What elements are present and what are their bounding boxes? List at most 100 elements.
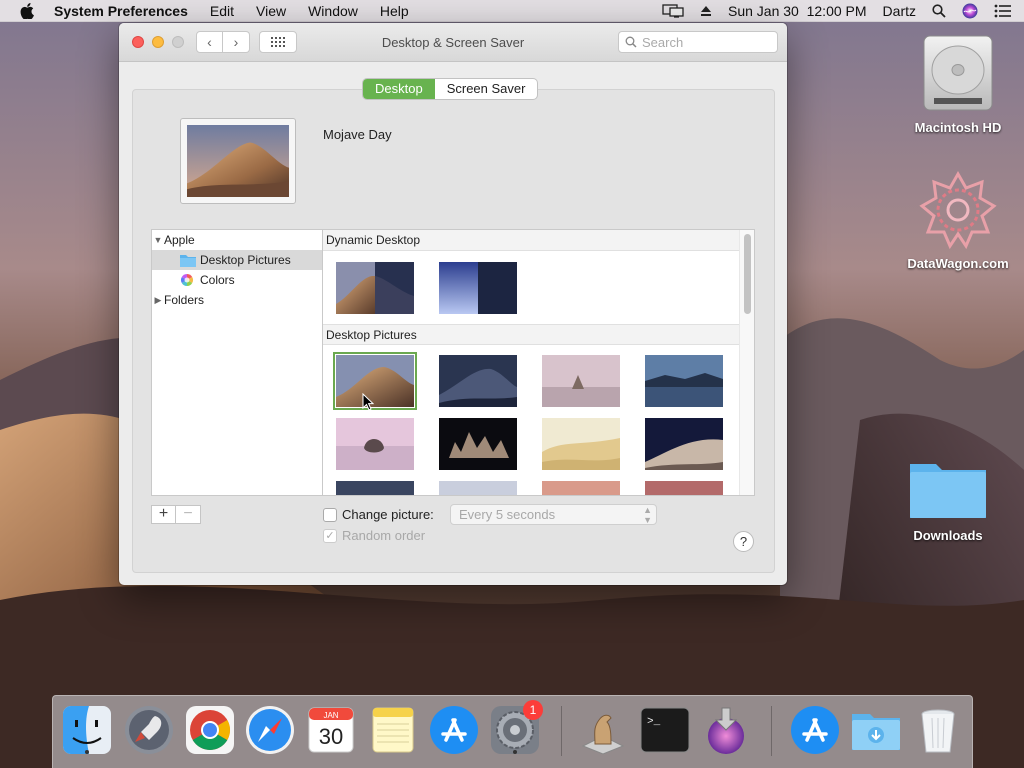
dock: JAN 30 1 >_	[52, 695, 973, 768]
dock-trash[interactable]	[912, 704, 964, 756]
menu-bar: System Preferences Edit View Window Help…	[0, 0, 1024, 22]
menu-edit[interactable]: Edit	[210, 3, 234, 19]
tab-bar: Desktop Screen Saver	[363, 79, 538, 99]
display-mirroring-icon[interactable]	[662, 4, 684, 18]
datawagon-label: DataWagon.com	[907, 256, 1009, 271]
notification-badge: 1	[523, 700, 543, 720]
thumbnail-mojave-night[interactable]	[439, 355, 517, 407]
thumbnail-lake-rock[interactable]	[542, 355, 620, 407]
thumbnail-row3-2[interactable]	[439, 481, 517, 496]
source-group-folders-label: Folders	[164, 293, 205, 307]
user-name[interactable]: Dartz	[883, 3, 916, 19]
app-store-icon	[791, 706, 839, 754]
calendar-icon: JAN 30	[308, 707, 354, 753]
random-order-checkbox: ✓	[323, 528, 337, 543]
popup-arrows-icon: ▲ ▼	[643, 505, 652, 525]
change-picture-label: Change picture:	[342, 507, 434, 522]
source-group-apple-label: Apple	[164, 233, 195, 247]
spotlight-search-icon[interactable]	[932, 4, 946, 18]
rocket-icon	[125, 706, 173, 754]
clock-datetime[interactable]: Sun Jan 30 12:00 PM	[728, 3, 867, 19]
thumbnail-white-sands[interactable]	[542, 418, 620, 470]
source-group-folders[interactable]: ▶ Folders	[152, 290, 322, 310]
thumbnail-solar-gradients[interactable]	[439, 262, 517, 314]
apple-menu-icon[interactable]	[20, 2, 36, 19]
app-store-icon	[430, 706, 478, 754]
dock-separator	[561, 706, 562, 756]
dock-terminal[interactable]: >_	[639, 704, 691, 756]
preferences-window: ‹ › Desktop & Screen Saver Desktop Scree…	[119, 23, 787, 585]
change-picture-checkbox[interactable]	[323, 507, 337, 522]
dock-installer[interactable]	[700, 704, 752, 756]
search-input[interactable]	[642, 34, 762, 50]
thumbnail-dunes-night[interactable]	[645, 418, 723, 470]
thumbnail-row3-4[interactable]	[645, 481, 723, 496]
running-indicator	[85, 750, 89, 754]
eject-icon[interactable]	[700, 5, 712, 17]
disclosure-closed-icon[interactable]: ▶	[152, 295, 164, 306]
dock-notes[interactable]	[367, 704, 419, 756]
calendar-day: 30	[319, 724, 343, 749]
notification-center-icon[interactable]	[994, 4, 1012, 18]
thumbnail-mojave-day[interactable]	[333, 352, 417, 410]
dock-app-store[interactable]	[428, 704, 480, 756]
source-group-apple[interactable]: ▼ Apple	[152, 230, 322, 250]
source-item-desktop-pictures-label: Desktop Pictures	[200, 253, 291, 267]
thumbnail-mono-lake[interactable]	[336, 418, 414, 470]
notes-icon	[372, 707, 414, 753]
menu-help[interactable]: Help	[380, 3, 409, 19]
thumbnail-mojave-dynamic[interactable]	[336, 262, 414, 314]
chess-knight-icon	[581, 714, 625, 755]
thumbnail-mountain-lake[interactable]	[645, 355, 723, 407]
finder-icon	[63, 706, 111, 754]
datawagon-logo-icon	[919, 170, 997, 250]
search-field[interactable]	[618, 31, 778, 53]
dock-system-preferences[interactable]: 1	[489, 700, 543, 756]
source-item-colors[interactable]: Colors	[152, 270, 322, 290]
menu-app-name[interactable]: System Preferences	[54, 3, 188, 19]
help-button[interactable]: ?	[733, 531, 754, 552]
change-interval-popup[interactable]: Every 5 seconds ▲ ▼	[450, 504, 657, 525]
dock-separator	[771, 706, 772, 756]
dock-app-store-2[interactable]	[789, 704, 841, 756]
current-picture-preview	[180, 118, 296, 204]
folder-icon	[910, 464, 986, 518]
desktop-icon-macintosh-hd[interactable]: Macintosh HD	[906, 34, 1010, 135]
thumbnail-row3-3[interactable]	[542, 481, 620, 496]
add-folder-button[interactable]: +	[151, 505, 176, 524]
window-titlebar[interactable]: ‹ › Desktop & Screen Saver	[119, 23, 787, 62]
siri-icon[interactable]	[962, 3, 978, 19]
menu-window[interactable]: Window	[308, 3, 358, 19]
menu-view[interactable]: View	[256, 3, 286, 19]
terminal-icon: >_	[640, 707, 690, 753]
source-list: ▼ Apple Desktop Pictures Colors ▶ Folder…	[151, 229, 323, 496]
change-picture-checkbox-row[interactable]: Change picture:	[323, 507, 434, 522]
dock-chess[interactable]	[577, 704, 629, 756]
calendar-month: JAN	[323, 711, 338, 720]
dock-calendar[interactable]: JAN 30	[305, 704, 357, 756]
browser-scrollbar[interactable]	[739, 230, 754, 495]
tab-screen-saver[interactable]: Screen Saver	[435, 79, 538, 99]
disclosure-open-icon[interactable]: ▼	[152, 235, 164, 245]
search-icon	[625, 36, 637, 48]
desktop-icon-downloads[interactable]: Downloads	[900, 456, 996, 543]
thumbnail-row3-1[interactable]	[336, 481, 414, 496]
mouse-cursor-icon	[362, 393, 374, 411]
picture-browser: Dynamic Desktop Desktop Pictures	[323, 229, 755, 496]
dock-finder[interactable]	[61, 704, 113, 756]
downloads-label: Downloads	[913, 528, 983, 543]
dock-chrome[interactable]	[184, 704, 236, 756]
desktop-icon-datawagon[interactable]: DataWagon.com	[900, 170, 1016, 271]
random-order-label: Random order	[342, 528, 426, 543]
remove-folder-button[interactable]: −	[176, 505, 201, 524]
thumbnail-tufa-night[interactable]	[439, 418, 517, 470]
change-interval-value: Every 5 seconds	[459, 507, 556, 522]
dock-launchpad[interactable]	[123, 704, 175, 756]
dock-safari[interactable]	[244, 704, 296, 756]
hard-drive-icon	[923, 35, 993, 111]
scrollbar-knob[interactable]	[744, 234, 751, 314]
source-item-desktop-pictures[interactable]: Desktop Pictures	[152, 250, 322, 270]
mojave-day-thumbnail	[187, 125, 289, 197]
dock-downloads[interactable]	[850, 704, 902, 756]
tab-desktop[interactable]: Desktop	[363, 79, 435, 99]
